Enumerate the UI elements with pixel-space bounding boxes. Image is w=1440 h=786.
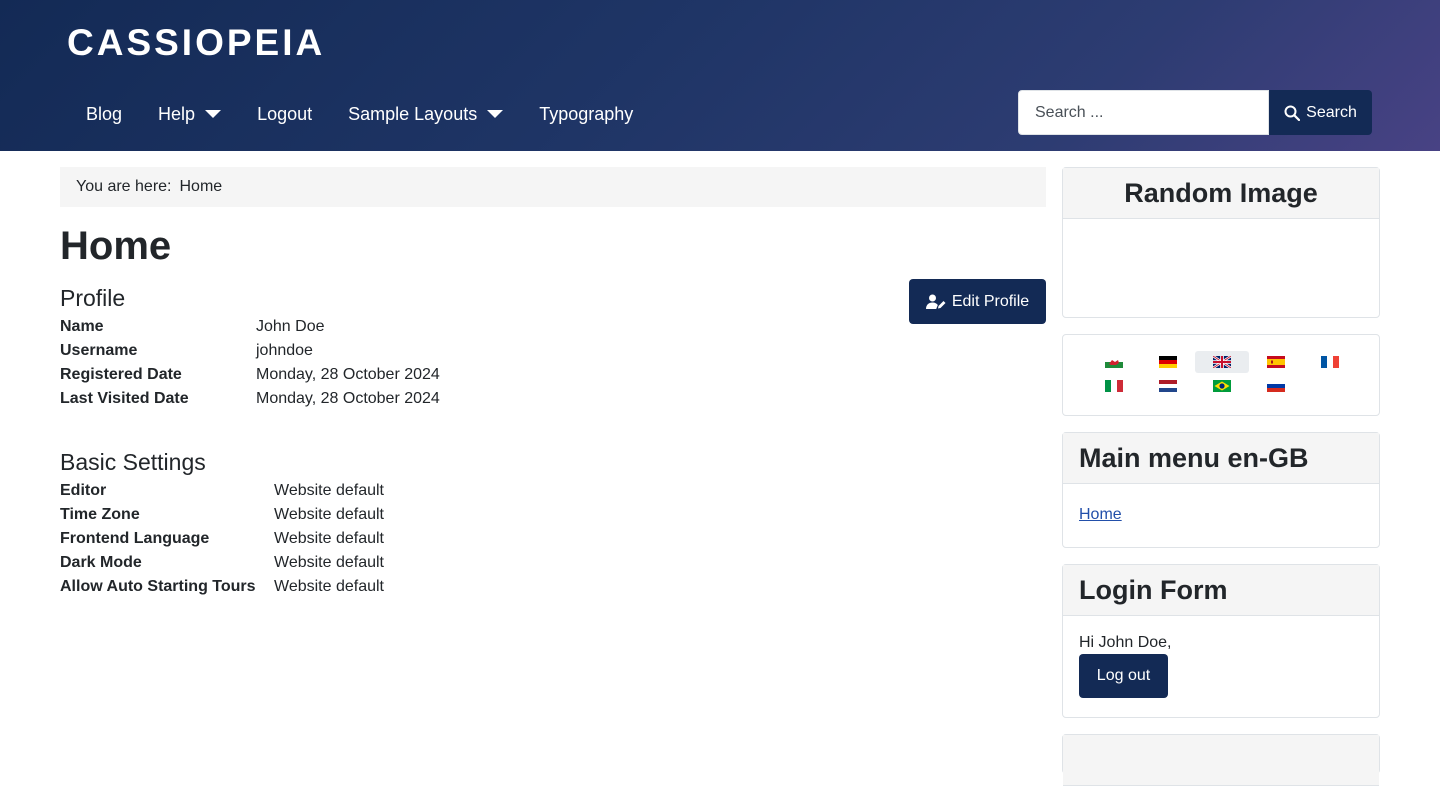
- uk-flag-icon: [1213, 356, 1231, 368]
- card-header: [1063, 735, 1379, 786]
- detail-value: Monday, 28 October 2024: [256, 390, 440, 407]
- page-title: Home: [60, 224, 172, 268]
- germany-flag-icon: [1159, 356, 1177, 368]
- detail-row: Username johndoe: [60, 339, 440, 363]
- detail-row: Editor Website default: [60, 479, 384, 503]
- edit-profile-label: Edit Profile: [951, 292, 1030, 310]
- france-flag-icon: [1321, 356, 1339, 368]
- nav-item-label: Logout: [257, 103, 313, 124]
- card-title: Random Image: [1063, 168, 1379, 219]
- search-input[interactable]: [1018, 90, 1269, 135]
- basic-settings-heading: Basic Settings: [60, 449, 206, 475]
- profile-details: Name John Doe Username johndoe Registere…: [60, 315, 440, 411]
- nav-item-typography[interactable]: Typography: [521, 96, 651, 132]
- user-edit-icon: [925, 294, 946, 309]
- search-form: Search: [1018, 90, 1372, 135]
- detail-label: Allow Auto Starting Tours: [60, 578, 256, 595]
- nav-item-label: Sample Layouts: [348, 103, 478, 124]
- language-option[interactable]: [1303, 351, 1357, 373]
- nav-item-logout[interactable]: Logout: [239, 96, 330, 132]
- detail-value: Website default: [274, 578, 384, 595]
- detail-label: Username: [60, 342, 138, 359]
- random-image-card: Random Image: [1062, 167, 1380, 318]
- detail-label: Editor: [60, 482, 107, 499]
- nav-item-label: Help: [158, 103, 196, 124]
- profile-heading: Profile: [60, 285, 126, 311]
- detail-value: Website default: [274, 482, 384, 499]
- menu-link-home[interactable]: Home: [1079, 506, 1122, 523]
- detail-value: John Doe: [256, 318, 325, 335]
- settings-details: Editor Website default Time Zone Website…: [60, 479, 384, 599]
- detail-value: Website default: [274, 506, 384, 523]
- netherlands-flag-icon: [1159, 380, 1177, 392]
- sidebar-card-partial: [1062, 734, 1380, 786]
- language-option[interactable]: [1249, 375, 1303, 397]
- detail-row: Allow Auto Starting Tours Website defaul…: [60, 575, 384, 599]
- login-greeting: Hi John Doe,: [1079, 634, 1172, 651]
- italy-flag-icon: [1105, 380, 1123, 392]
- detail-label: Dark Mode: [60, 554, 142, 571]
- detail-label: Frontend Language: [60, 530, 210, 547]
- nav-item-help[interactable]: Help: [140, 96, 239, 132]
- nav-item-sample-layouts[interactable]: Sample Layouts: [330, 96, 521, 132]
- detail-label: Registered Date: [60, 366, 182, 383]
- detail-row: Name John Doe: [60, 315, 440, 339]
- detail-row: Dark Mode Website default: [60, 551, 384, 575]
- detail-row: Frontend Language Website default: [60, 527, 384, 551]
- language-switcher: [1062, 334, 1380, 416]
- logout-button[interactable]: Log out: [1079, 654, 1168, 698]
- brazil-flag-icon: [1213, 380, 1231, 392]
- chevron-down-icon[interactable]: [487, 110, 504, 118]
- detail-value: johndoe: [256, 342, 313, 359]
- detail-row: Last Visited Date Monday, 28 October 202…: [60, 387, 440, 411]
- detail-label: Name: [60, 318, 104, 335]
- language-option[interactable]: [1249, 351, 1303, 373]
- detail-label: Last Visited Date: [60, 390, 189, 407]
- spain-flag-icon: [1267, 356, 1285, 368]
- language-option-active[interactable]: [1195, 351, 1249, 373]
- detail-value: Website default: [274, 530, 384, 547]
- breadcrumb: You are here: Home: [60, 167, 1046, 207]
- site-header: CASSIOPEIA Blog Help Logout Sample Layou…: [0, 0, 1440, 151]
- wales-flag-icon: [1105, 356, 1123, 368]
- detail-row: Registered Date Monday, 28 October 2024: [60, 363, 440, 387]
- language-option[interactable]: [1087, 375, 1141, 397]
- card-title: Main menu en-GB: [1063, 433, 1379, 484]
- nav-item-label: Blog: [86, 103, 123, 124]
- language-option[interactable]: [1141, 375, 1195, 397]
- edit-profile-button[interactable]: Edit Profile: [909, 279, 1046, 324]
- search-button-label: Search: [1306, 103, 1357, 121]
- site-logo[interactable]: CASSIOPEIA: [67, 22, 325, 64]
- detail-value: Website default: [274, 554, 384, 571]
- detail-label: Time Zone: [60, 506, 140, 523]
- nav-item-blog[interactable]: Blog: [68, 96, 140, 132]
- card-title: Login Form: [1063, 565, 1379, 616]
- detail-value: Monday, 28 October 2024: [256, 366, 440, 383]
- main-nav: Blog Help Logout Sample Layouts Typograp…: [68, 96, 651, 132]
- search-icon: [1284, 105, 1301, 121]
- login-form-card: Login Form Hi John Doe, Log out: [1062, 564, 1380, 718]
- language-option[interactable]: [1141, 351, 1195, 373]
- nav-item-label: Typography: [539, 103, 634, 124]
- search-button[interactable]: Search: [1269, 90, 1372, 135]
- russia-flag-icon: [1267, 380, 1285, 392]
- breadcrumb-current: Home: [179, 178, 223, 195]
- language-option[interactable]: [1087, 351, 1141, 373]
- language-option[interactable]: [1195, 375, 1249, 397]
- detail-row: Time Zone Website default: [60, 503, 384, 527]
- chevron-down-icon[interactable]: [205, 110, 222, 118]
- main-menu-card: Main menu en-GB Home: [1062, 432, 1380, 548]
- breadcrumb-prefix: You are here:: [76, 178, 172, 195]
